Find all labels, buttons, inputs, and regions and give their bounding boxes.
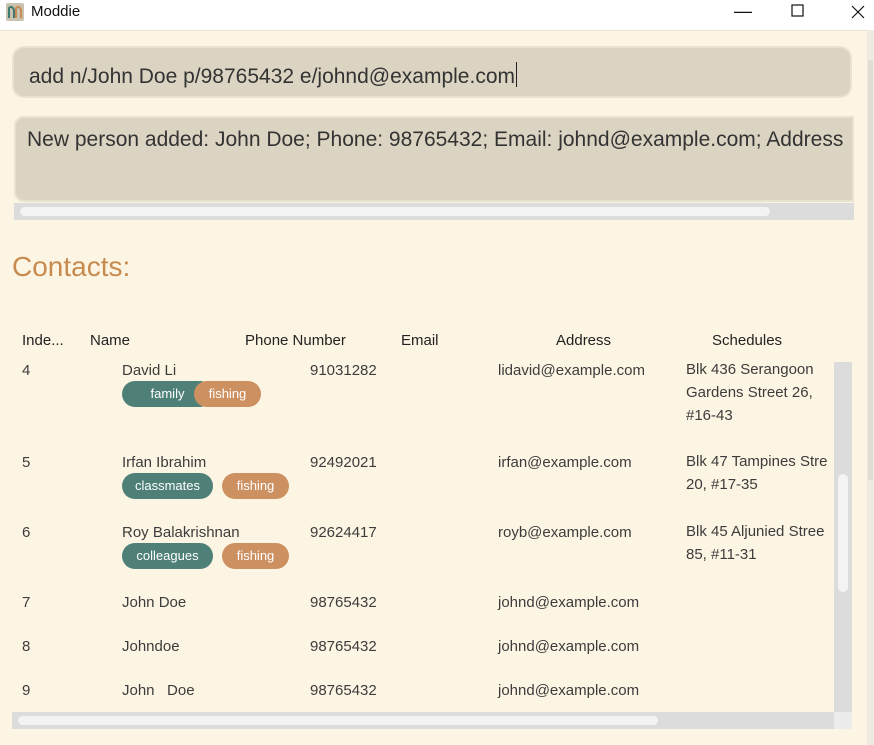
close-button[interactable] — [834, 0, 874, 30]
tag-fishing: fishing — [222, 543, 289, 569]
contacts-table: 4 David Li family fishing 91031282 lidav… — [12, 362, 834, 712]
command-text: add n/John Doe p/98765432 e/johnd@exampl… — [29, 65, 515, 88]
row-email: lidavid@example.com — [498, 362, 645, 379]
maximize-button[interactable] — [776, 0, 822, 30]
tag-classmates: classmates — [122, 473, 213, 499]
scrollbar-corner — [834, 712, 852, 729]
row-email: johnd@example.com — [498, 682, 640, 699]
column-header-index[interactable]: Inde... — [22, 332, 64, 349]
scrollbar-thumb[interactable] — [838, 474, 848, 592]
row-phone: 98765432 — [310, 594, 377, 611]
text-caret — [516, 62, 517, 87]
row-index: 7 — [22, 594, 31, 611]
result-text: New person added: John Doe; Phone: 98765… — [27, 128, 844, 151]
minimize-button[interactable]: — — [720, 0, 766, 30]
row-index: 4 — [22, 362, 31, 379]
row-phone: 92624417 — [310, 524, 377, 541]
scrollbar-thumb[interactable] — [20, 207, 770, 216]
column-header-schedules[interactable]: Schedules — [712, 332, 782, 349]
table-vertical-scrollbar[interactable] — [834, 362, 852, 712]
command-input[interactable]: add n/John Doe p/98765432 e/johnd@exampl… — [12, 46, 852, 98]
column-header-address[interactable]: Address — [556, 332, 611, 349]
row-index: 8 — [22, 638, 31, 655]
row-phone: 91031282 — [310, 362, 377, 379]
row-index: 5 — [22, 454, 31, 471]
contacts-heading: Contacts: — [12, 251, 131, 282]
row-email: royb@example.com — [498, 524, 632, 541]
minimize-icon: — — [734, 1, 752, 21]
row-address: Blk 45 Aljunied Stree 85, #11-31 — [686, 523, 825, 563]
row-phone: 98765432 — [310, 682, 377, 699]
row-index: 9 — [22, 682, 31, 699]
row-name: Roy Balakrishnan — [122, 524, 240, 541]
scrollbar-thumb[interactable] — [868, 60, 873, 480]
square-icon — [791, 4, 804, 17]
scrollbar-thumb[interactable] — [18, 716, 658, 725]
table-horizontal-scrollbar[interactable] — [12, 712, 834, 729]
column-header-email[interactable]: Email — [401, 332, 439, 349]
row-email: irfan@example.com — [498, 454, 632, 471]
result-display: New person added: John Doe; Phone: 98765… — [14, 116, 854, 202]
row-address: Blk 436 Serangoon Gardens Street 26, #16… — [686, 362, 814, 424]
row-phone: 92492021 — [310, 454, 377, 471]
window-title: Moddie — [31, 3, 81, 20]
window-vertical-scrollbar[interactable] — [867, 30, 874, 745]
close-icon — [851, 5, 865, 19]
result-horizontal-scrollbar[interactable] — [14, 203, 854, 220]
app-logo-icon — [6, 3, 24, 21]
tag-fishing: fishing — [222, 473, 289, 499]
row-phone: 98765432 — [310, 638, 377, 655]
row-name: John Doe — [122, 594, 187, 611]
column-header-phone[interactable]: Phone Number — [245, 332, 346, 349]
row-name: Irfan Ibrahim — [122, 454, 207, 471]
row-email: johnd@example.com — [498, 594, 640, 611]
column-header-name[interactable]: Name — [90, 332, 130, 349]
row-index: 6 — [22, 524, 31, 541]
row-name: David Li — [122, 362, 177, 379]
tag-fishing: fishing — [194, 381, 261, 407]
row-address: Blk 47 Tampines Stre 20, #17-35 — [686, 453, 828, 493]
row-name: Johndoe — [122, 638, 180, 655]
row-email: johnd@example.com — [498, 638, 640, 655]
tag-colleagues: colleagues — [122, 543, 213, 569]
row-name: John Doe — [122, 682, 195, 699]
title-bar: Moddie — — [0, 0, 874, 31]
